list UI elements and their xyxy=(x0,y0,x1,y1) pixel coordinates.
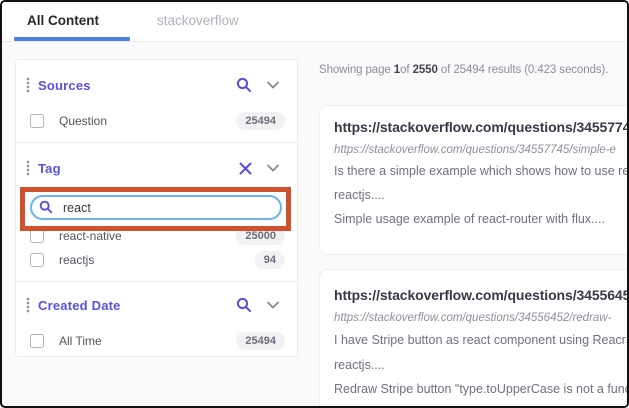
active-tab-underline xyxy=(14,37,130,41)
drag-handle-icon[interactable] xyxy=(26,77,30,93)
result-snippet-line: reactjs.... xyxy=(334,358,385,372)
facet-panel: Sources Question 25494 Tag xyxy=(15,59,298,357)
drag-handle-icon[interactable] xyxy=(26,160,30,176)
count-badge: 94 xyxy=(255,251,285,269)
result-url: https://stackoverflow.com/questions/3455… xyxy=(334,312,611,324)
app-window: All Content stackoverflow Sources xyxy=(0,0,629,408)
summary-suffix: of 25494 results (0.423 seconds). xyxy=(438,64,608,76)
result-card: https://stackoverflow.com/questions/3455… xyxy=(319,105,629,255)
result-card: https://stackoverflow.com/questions/3455… xyxy=(319,269,629,408)
checkbox-react-native[interactable] xyxy=(30,229,44,243)
checkbox-all-time[interactable] xyxy=(30,334,44,348)
result-snippet-line: Redraw Stripe button "type.toUpperCase i… xyxy=(334,382,629,396)
tab-bar: All Content stackoverflow xyxy=(2,2,627,42)
facet-row-question: Question 25494 xyxy=(16,112,297,130)
result-title-link[interactable]: https://stackoverflow.com/questions/3455… xyxy=(334,287,629,303)
tab-all-content[interactable]: All Content xyxy=(27,13,99,28)
result-snippet-line: Is there a simple example which shows ho… xyxy=(334,164,629,178)
checkbox-question[interactable] xyxy=(30,114,44,128)
section-divider xyxy=(16,142,297,143)
result-snippet-line: I have Stripe button as react component … xyxy=(334,333,629,347)
result-url: https://stackoverflow.com/questions/3455… xyxy=(334,144,616,156)
chevron-down-icon[interactable] xyxy=(267,81,279,89)
facet-item-label: Question xyxy=(59,114,107,128)
checkbox-reactjs[interactable] xyxy=(30,253,44,267)
facet-title-sources: Sources xyxy=(38,78,91,93)
facet-header-sources: Sources xyxy=(16,73,297,97)
result-title-link[interactable]: https://stackoverflow.com/questions/3455… xyxy=(334,119,629,135)
count-badge: 25494 xyxy=(236,332,285,350)
search-icon[interactable] xyxy=(236,77,252,93)
summary-total-pages: 2550 xyxy=(413,64,438,76)
chevron-down-icon[interactable] xyxy=(267,301,279,309)
facet-header-tag: Tag xyxy=(16,156,297,180)
chevron-down-icon[interactable] xyxy=(267,164,279,172)
facet-title-tag: Tag xyxy=(38,161,61,176)
results-summary: Showing page 1of 2550 of 25494 results (… xyxy=(319,64,608,76)
summary-mid: of xyxy=(400,64,413,76)
facet-header-created-date: Created Date xyxy=(16,293,297,317)
clear-filter-icon[interactable] xyxy=(239,162,252,175)
facet-item-label: react-native xyxy=(59,229,122,243)
facet-title-created-date: Created Date xyxy=(38,298,121,313)
section-divider xyxy=(16,281,297,282)
facet-row-all-time: All Time 25494 xyxy=(16,332,297,350)
facet-item-label: All Time xyxy=(59,334,102,348)
facet-row-reactjs: reactjs 94 xyxy=(16,251,297,269)
result-snippet-line: Simple usage example of react-router wit… xyxy=(334,212,605,226)
search-icon[interactable] xyxy=(236,297,252,313)
summary-prefix: Showing page xyxy=(319,64,394,76)
result-snippet-line: reactjs.... xyxy=(334,188,385,202)
tab-stackoverflow[interactable]: stackoverflow xyxy=(157,13,239,28)
facet-item-label: reactjs xyxy=(59,253,94,267)
drag-handle-icon[interactable] xyxy=(26,297,30,313)
count-badge: 25494 xyxy=(236,112,285,130)
highlight-annotation xyxy=(20,187,291,231)
